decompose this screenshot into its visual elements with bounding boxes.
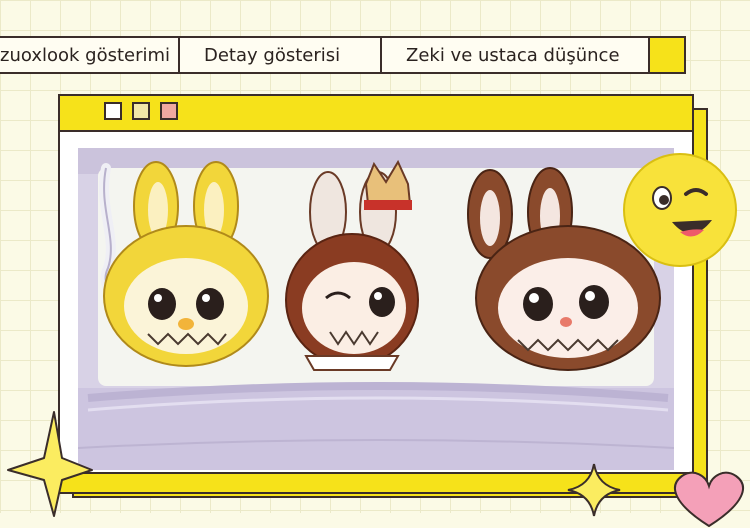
heart-icon xyxy=(674,471,744,528)
product-photo xyxy=(78,148,674,470)
tab-divider xyxy=(178,38,180,72)
window-titlebar xyxy=(60,96,692,132)
sparkle-icon xyxy=(567,463,621,517)
tab-divider xyxy=(380,38,382,72)
tab-zuoxlook-display[interactable]: zuoxlook gösterimi xyxy=(0,45,170,66)
window-button-white[interactable] xyxy=(104,102,122,120)
tab-detail-display[interactable]: Detay gösterisi xyxy=(204,45,340,66)
image-window xyxy=(58,94,694,494)
tab-bar: zuoxlook gösterimi Detay gösterisi Zeki … xyxy=(0,36,686,74)
smiling-emoji-icon xyxy=(623,153,737,267)
backpack-illustration xyxy=(78,148,674,470)
window-button-beige[interactable] xyxy=(132,102,150,120)
window-button-pink[interactable] xyxy=(160,102,178,120)
tab-bar-end-block xyxy=(648,36,686,74)
star-icon xyxy=(7,411,93,517)
tab-clever-design[interactable]: Zeki ve ustaca düşünce xyxy=(406,45,620,66)
